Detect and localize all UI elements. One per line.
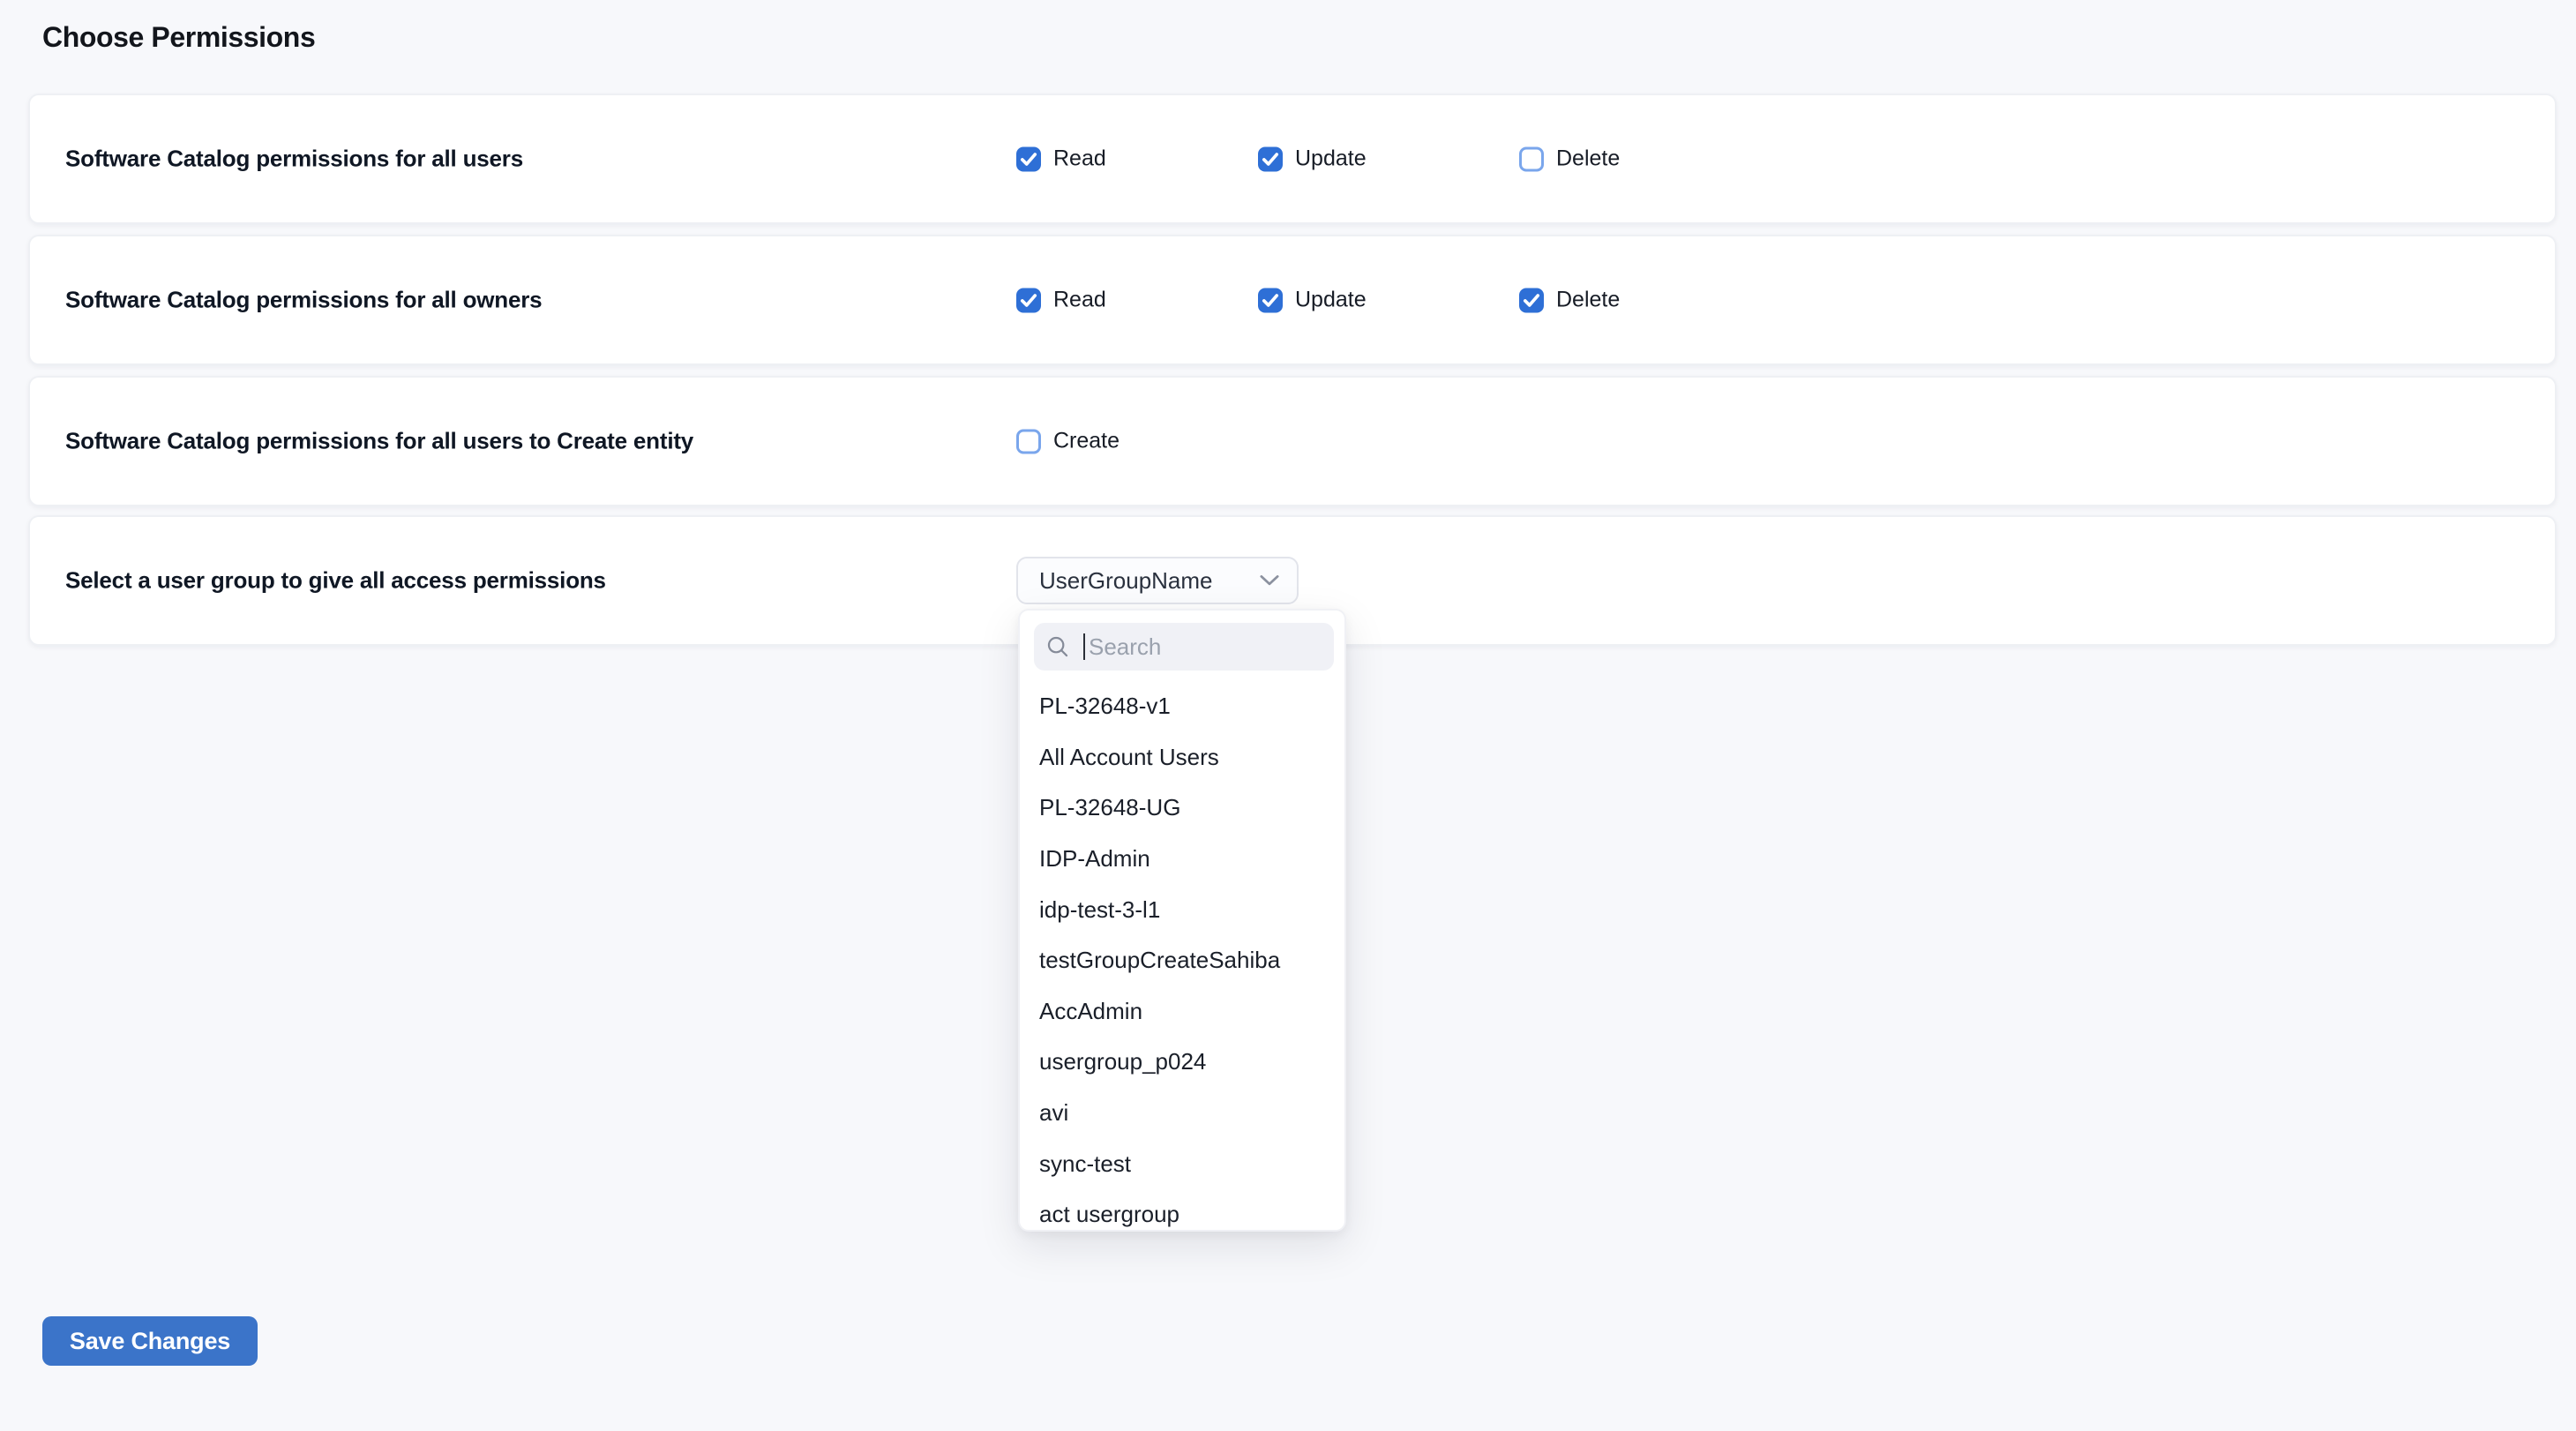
page-title: Choose Permissions: [42, 16, 315, 58]
permissions-card-create-entity: Software Catalog permissions for all use…: [28, 376, 2557, 506]
checkbox-label: Delete: [1556, 146, 1620, 172]
dropdown-option[interactable]: IDP-Admin: [1020, 834, 1344, 885]
dropdown-search-box[interactable]: [1034, 623, 1334, 671]
checkbox-label: Update: [1295, 288, 1367, 313]
checkbox-update[interactable]: Update: [1258, 288, 1519, 313]
checkbox-row: Read Update Delete: [1016, 146, 1620, 172]
dropdown-search-input[interactable]: [1085, 633, 1320, 661]
checkbox-read[interactable]: Read: [1016, 288, 1258, 313]
card-label: Software Catalog permissions for all use…: [65, 428, 693, 455]
dropdown-selected-value: UserGroupName: [1039, 567, 1249, 595]
choose-permissions-page: Choose Permissions Software Catalog perm…: [0, 0, 2576, 1431]
checkbox-box[interactable]: [1016, 429, 1041, 453]
checkbox-row: Read Update Delete: [1016, 288, 1620, 313]
checkbox-update[interactable]: Update: [1258, 146, 1519, 172]
card-label: Select a user group to give all access p…: [65, 567, 606, 595]
checkbox-box[interactable]: [1519, 288, 1544, 312]
checkbox-label: Update: [1295, 146, 1367, 172]
card-label: Software Catalog permissions for all use…: [65, 146, 523, 173]
checkbox-label: Create: [1053, 429, 1120, 454]
checkbox-label: Read: [1053, 288, 1106, 313]
dropdown-options-list: PL-32648-v1 All Account Users PL-32648-U…: [1020, 681, 1344, 1232]
checkbox-box[interactable]: [1258, 288, 1283, 312]
checkbox-box[interactable]: [1016, 146, 1041, 171]
dropdown-option[interactable]: AccAdmin: [1020, 986, 1344, 1038]
dropdown-option[interactable]: act usergroup: [1020, 1189, 1344, 1232]
checkbox-delete[interactable]: Delete: [1519, 288, 1620, 313]
permissions-card-all-users: Software Catalog permissions for all use…: [28, 94, 2557, 224]
checkbox-label: Read: [1053, 146, 1106, 172]
dropdown-option[interactable]: PL-32648-UG: [1020, 783, 1344, 834]
dropdown-option[interactable]: All Account Users: [1020, 732, 1344, 783]
dropdown-option[interactable]: testGroupCreateSahiba: [1020, 935, 1344, 986]
dropdown-option[interactable]: PL-32648-v1: [1020, 681, 1344, 732]
search-icon: [1046, 635, 1069, 658]
chevron-down-icon: [1260, 574, 1279, 587]
dropdown-option[interactable]: idp-test-3-l1: [1020, 884, 1344, 935]
dropdown-option[interactable]: usergroup_p024: [1020, 1037, 1344, 1088]
user-group-dropdown-panel: PL-32648-v1 All Account Users PL-32648-U…: [1018, 609, 1346, 1232]
card-label: Software Catalog permissions for all own…: [65, 287, 542, 314]
checkbox-delete[interactable]: Delete: [1519, 146, 1620, 172]
checkbox-row: Create: [1016, 429, 1120, 454]
checkbox-box[interactable]: [1016, 288, 1041, 312]
permissions-card-all-owners: Software Catalog permissions for all own…: [28, 235, 2557, 365]
save-changes-button[interactable]: Save Changes: [42, 1316, 258, 1366]
checkbox-box[interactable]: [1519, 146, 1544, 171]
checkbox-label: Delete: [1556, 288, 1620, 313]
dropdown-option[interactable]: avi: [1020, 1088, 1344, 1139]
checkbox-read[interactable]: Read: [1016, 146, 1258, 172]
checkbox-box[interactable]: [1258, 146, 1283, 171]
dropdown-option[interactable]: sync-test: [1020, 1138, 1344, 1189]
checkbox-create[interactable]: Create: [1016, 429, 1120, 454]
user-group-dropdown[interactable]: UserGroupName: [1016, 557, 1299, 604]
